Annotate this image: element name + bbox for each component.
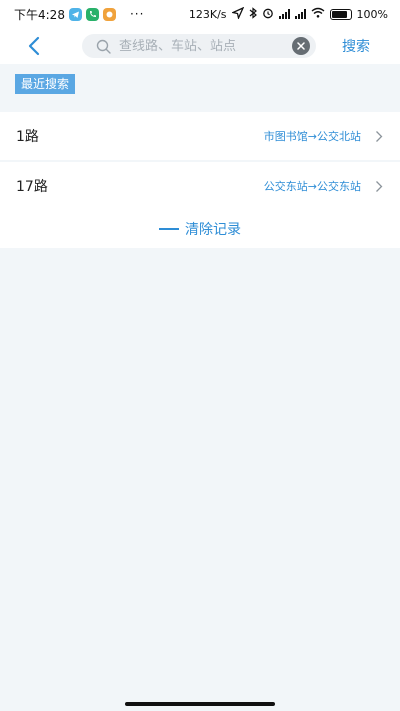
location-icon (230, 6, 244, 22)
history-item[interactable]: 17路 公交东站→公交东站 (0, 162, 400, 210)
history-item[interactable]: 1路 市图书馆→公交北站 (0, 112, 400, 160)
bluetooth-icon (249, 6, 257, 22)
status-left: 下午4:28 ··· (14, 6, 144, 23)
route-name: 1路 (16, 129, 39, 145)
route-name: 17路 (16, 179, 48, 195)
chevron-right-icon (375, 130, 383, 143)
recent-search-tag: 最近搜索 (15, 74, 76, 94)
wifi-icon (311, 7, 325, 21)
home-indicator[interactable] (125, 702, 275, 706)
recent-search-header: 最近搜索 (0, 74, 400, 104)
phone-icon (85, 7, 99, 21)
clear-input-icon[interactable] (292, 37, 310, 55)
more-notifications-indicator: ··· (129, 7, 145, 21)
battery-icon (329, 8, 352, 20)
telegram-icon (68, 7, 82, 21)
route-path: 市图书馆→公交北站 (263, 130, 361, 143)
status-bar: 下午4:28 ··· 123K/s 100% (0, 0, 400, 28)
signal-icon (278, 9, 290, 19)
chevron-left-icon (28, 36, 40, 56)
search-header: 搜索 (0, 28, 400, 64)
route-path: 公交东站→公交东站 (263, 180, 361, 193)
battery-percent: 100% (356, 7, 388, 21)
signal-2-icon (294, 9, 306, 19)
status-right: 123K/s 100% (188, 6, 388, 22)
dash-icon (159, 228, 179, 230)
status-time: 下午4:28 (14, 7, 65, 22)
network-speed: 123K/s (188, 7, 227, 21)
search-box[interactable] (82, 34, 316, 58)
search-icon (96, 39, 111, 54)
search-input[interactable] (119, 38, 292, 54)
alarm-icon (262, 7, 274, 22)
clear-history-button[interactable]: 清除记录 (0, 210, 400, 248)
game-icon (102, 7, 116, 21)
back-button[interactable] (14, 28, 54, 64)
chevron-right-icon (375, 180, 383, 193)
search-button[interactable]: 搜索 (342, 36, 370, 56)
clear-history-label: 清除记录 (185, 222, 241, 238)
search-history-list: 1路 市图书馆→公交北站 17路 公交东站→公交东站 (0, 112, 400, 210)
